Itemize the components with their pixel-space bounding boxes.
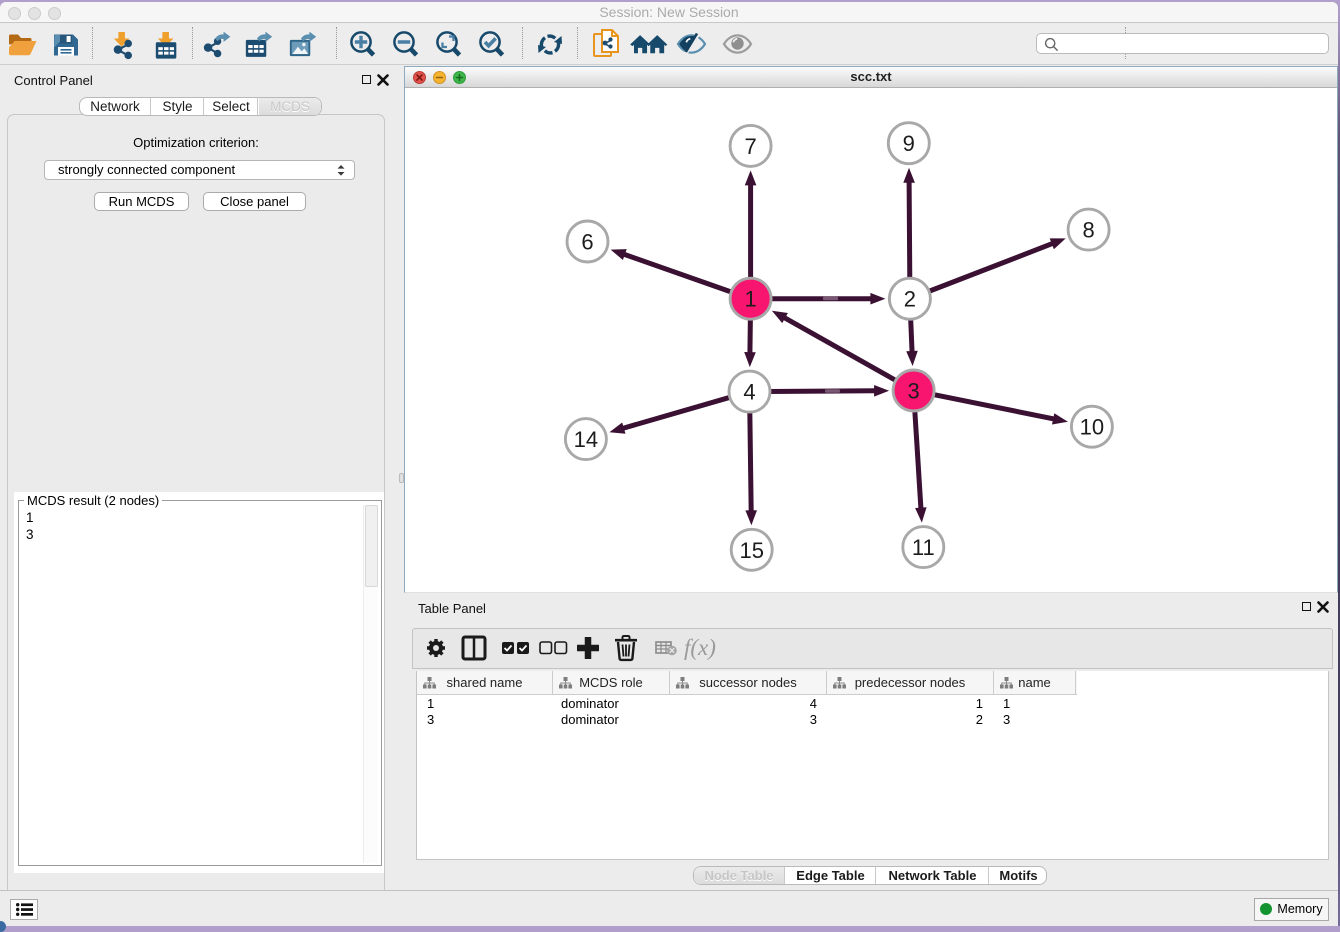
svg-text:15: 15 [739,538,763,563]
svg-text:6: 6 [581,230,593,255]
svg-text:7: 7 [744,134,756,159]
svg-text:10: 10 [1080,415,1104,440]
svg-text:9: 9 [903,131,915,156]
svg-text:11: 11 [912,535,935,560]
svg-text:2: 2 [904,287,916,312]
svg-text:4: 4 [743,380,755,405]
svg-text:f(x): f(x) [684,635,716,660]
svg-text:3: 3 [907,379,919,404]
svg-text:1: 1 [744,287,756,312]
svg-text:8: 8 [1082,218,1094,243]
svg-text:14: 14 [574,427,598,452]
